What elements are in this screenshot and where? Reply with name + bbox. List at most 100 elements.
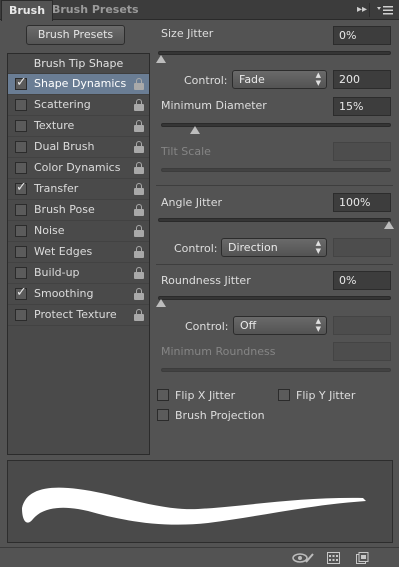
minimum-diameter-label: Minimum Diameter [161,99,267,112]
brush-projection-label: Brush Projection [175,409,265,422]
checkmark-icon: ✓ [16,180,27,195]
brush-setting-row[interactable]: Wet Edges [8,242,149,263]
roundness-jitter-thumb[interactable] [156,299,166,307]
setting-label: Color Dynamics [34,161,121,174]
dropdown-arrows-icon: ▲ ▼ [315,317,321,333]
setting-label: Wet Edges [34,245,93,258]
control-label: Control: [174,242,218,255]
roundness-control-field [333,316,391,335]
minimum-diameter-field[interactable]: 15% [333,97,391,116]
setting-checkbox[interactable] [15,225,27,237]
control-select-value: Fade [239,73,265,86]
tilt-scale-label: Tilt Scale [161,145,211,158]
size-jitter-slider[interactable] [158,51,391,55]
lock-icon[interactable] [134,141,144,153]
roundness-jitter-field[interactable]: 0% [333,271,391,290]
brush-setting-row[interactable]: Dual Brush [8,137,149,158]
brush-setting-row[interactable]: Brush Pose [8,200,149,221]
brush-setting-row[interactable]: Texture [8,116,149,137]
size-jitter-thumb[interactable] [156,55,166,63]
tilt-scale-slider [161,168,391,172]
angle-control-field [333,238,391,257]
setting-label: Brush Pose [34,203,95,216]
control-select-direction[interactable]: Direction ▲ ▼ [221,238,327,257]
dropdown-arrows-icon: ▲ ▼ [315,239,321,255]
lock-icon[interactable] [134,162,144,174]
setting-label: Smoothing [34,287,94,300]
setting-checkbox[interactable] [15,246,27,258]
setting-checkbox[interactable] [15,204,27,216]
setting-checkbox[interactable] [15,309,27,321]
tilt-scale-field [333,142,391,161]
minimum-roundness-slider [161,368,391,372]
lock-icon[interactable] [134,204,144,216]
brush-tip-shape-item[interactable]: Brush Tip Shape [8,54,149,74]
control-select-off[interactable]: Off ▲ ▼ [233,316,327,335]
setting-checkbox[interactable]: ✓ [15,180,27,195]
brush-stroke [22,487,366,525]
new-preset-icon[interactable] [356,552,369,567]
lock-icon[interactable] [134,225,144,237]
setting-label: Dual Brush [34,140,95,153]
checkmark-icon: ✓ [16,285,27,300]
lock-icon[interactable] [134,309,144,321]
minimum-diameter-thumb[interactable] [190,126,201,134]
lock-icon[interactable] [134,78,144,90]
brush-setting-row[interactable]: ✓ Transfer [8,179,149,200]
setting-label: Texture [34,119,75,132]
lock-icon[interactable] [134,288,144,300]
tab-bar: Brush Brush Presets ▸▸ [0,0,399,21]
flip-y-checkbox[interactable] [278,389,290,401]
brush-setting-row[interactable]: Scattering [8,95,149,116]
brush-grid-icon[interactable] [327,552,340,567]
setting-checkbox[interactable] [15,162,27,174]
brush-setting-row[interactable]: Build-up [8,263,149,284]
roundness-jitter-label: Roundness Jitter [161,274,251,287]
angle-jitter-label: Angle Jitter [161,196,223,209]
minimum-roundness-label: Minimum Roundness [161,345,276,358]
brush-setting-row[interactable]: Color Dynamics [8,158,149,179]
control-select-value: Direction [228,241,278,254]
brush-setting-row[interactable]: Protect Texture [8,305,149,326]
brush-settings-list: Brush Tip Shape ✓ Shape Dynamics Scatterin… [7,53,150,455]
double-arrow-icon[interactable]: ▸▸ [357,3,367,17]
eye-brush-icon[interactable] [292,552,314,567]
control-label: Control: [184,74,228,87]
control-select-value: Off [240,319,257,332]
angle-jitter-field[interactable]: 100% [333,193,391,212]
brush-setting-row[interactable]: ✓ Shape Dynamics [8,74,149,95]
brush-setting-row[interactable]: Noise [8,221,149,242]
fade-steps-field[interactable]: 200 [333,70,391,89]
control-select-fade[interactable]: Fade ▲ ▼ [232,70,327,89]
dropdown-arrows-icon: ▲ ▼ [315,71,321,87]
angle-jitter-thumb[interactable] [384,221,394,229]
flip-x-checkbox[interactable] [157,389,169,401]
brush-presets-button[interactable]: Brush Presets [26,25,125,45]
lock-icon[interactable] [134,120,144,132]
brush-setting-row[interactable]: ✓ Smoothing [8,284,149,305]
setting-checkbox[interactable]: ✓ [15,285,27,300]
setting-checkbox[interactable] [15,267,27,279]
setting-label: Noise [34,224,65,237]
tab-brush-presets[interactable]: Brush Presets [45,0,146,20]
setting-checkbox[interactable] [15,120,27,132]
angle-jitter-slider[interactable] [158,218,391,222]
setting-label: Scattering [34,98,91,111]
flip-y-label: Flip Y Jitter [296,389,356,402]
brush-projection-checkbox[interactable] [157,409,169,421]
lock-icon[interactable] [134,267,144,279]
panel-menu-icon[interactable] [376,3,394,17]
lock-icon[interactable] [134,99,144,111]
size-jitter-field[interactable]: 0% [333,26,391,45]
section-divider [156,185,393,186]
setting-checkbox[interactable] [15,141,27,153]
lock-icon[interactable] [134,246,144,258]
panel-bottom-bar [0,547,399,567]
roundness-jitter-slider[interactable] [158,296,391,300]
setting-label: Shape Dynamics [34,77,127,90]
lock-icon[interactable] [134,183,144,195]
setting-checkbox[interactable] [15,99,27,111]
setting-checkbox[interactable]: ✓ [15,75,27,90]
flip-x-label: Flip X Jitter [175,389,236,402]
setting-label: Build-up [34,266,80,279]
